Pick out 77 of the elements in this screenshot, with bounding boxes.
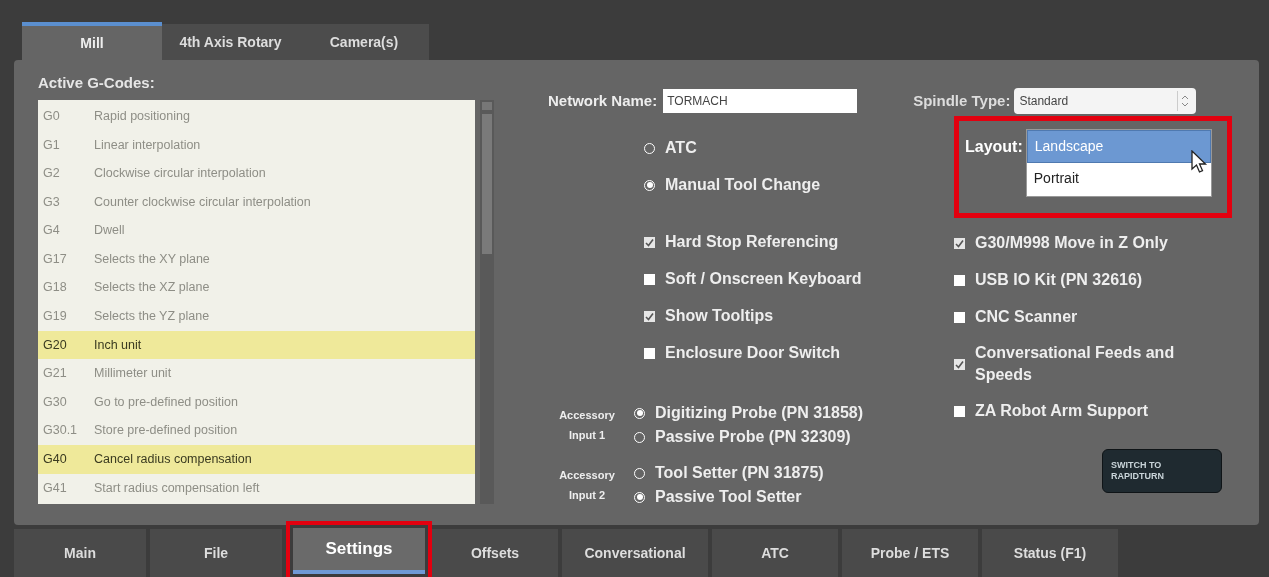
checkbox[interactable]	[954, 274, 965, 286]
field-label: Layout:	[965, 137, 1023, 157]
option-label: USB IO Kit (PN 32616)	[975, 270, 1144, 290]
option-label: Conversational Feeds and Speeds	[975, 343, 1176, 385]
scrollbar[interactable]	[480, 100, 494, 504]
tab[interactable]: 4th Axis Rotary	[162, 24, 299, 60]
checkbox[interactable]	[954, 405, 965, 417]
option-label: Enclosure Door Switch	[665, 343, 842, 363]
description-cell-text: Rapid positioning	[94, 107, 190, 125]
option-label: Tool Setter (PN 31875)	[655, 463, 824, 483]
checkbox-checked[interactable]	[954, 237, 965, 249]
gcode-cell-text: G19	[42, 308, 68, 326]
description-cell-text: Millimeter unit	[94, 365, 172, 383]
switch-button[interactable]: SWITCH TO RAPIDTURN	[1102, 449, 1222, 493]
description-cell-text: Counter clockwise circular interpolation	[94, 193, 311, 211]
gcode-cell-text: G2	[42, 165, 61, 183]
gcode-cell-text: G18	[42, 279, 68, 297]
description-cell-text: Start radius compensation left	[94, 479, 260, 497]
description-cell-text: Clockwise circular interpolation	[94, 165, 266, 183]
description-cell-text: Selects the XY plane	[94, 250, 210, 268]
tab[interactable]: Main	[14, 529, 146, 577]
option-label: ZA Robot Arm Support	[975, 401, 1149, 421]
cursor-icon	[1190, 150, 1209, 174]
description-cell-text: Selects the XZ plane	[94, 279, 210, 297]
gcode-cell-text: G30	[42, 393, 68, 411]
list-row[interactable]: G20 Inch unit	[38, 330, 475, 360]
spindle-type-select[interactable]: Standard	[1014, 88, 1197, 114]
gcode-cell-text: G20	[42, 336, 68, 354]
description-cell-text: Selects the YZ plane	[94, 308, 210, 326]
tab[interactable]: Status (F1)	[982, 529, 1118, 577]
gcode-cell-text: G41	[42, 479, 68, 497]
menu-item[interactable]: Portrait	[1026, 163, 1211, 196]
gcode-cell-text: G17	[42, 250, 68, 268]
option-label: Soft / Onscreen Keyboard	[665, 269, 863, 289]
gcode-cell-text: G21	[42, 365, 68, 383]
gcode-cell-text: G1	[42, 136, 61, 154]
description-cell-text: Cancel radius compensation	[94, 451, 252, 469]
checkbox[interactable]	[644, 273, 655, 285]
tab[interactable]: File	[150, 529, 282, 577]
checkbox-checked[interactable]	[954, 358, 965, 370]
checkbox[interactable]	[644, 347, 655, 359]
tab[interactable]: Camera(s)	[299, 24, 429, 60]
option-label: Hard Stop Referencing	[665, 232, 840, 252]
gcode-cell-text: G30.1	[42, 422, 79, 440]
section-title: Active G-Codes:	[38, 73, 156, 93]
group-label: Accessory Input 2	[558, 468, 616, 503]
checkbox-checked[interactable]	[644, 236, 655, 248]
option-label: G30/M998 Move in Z Only	[975, 233, 1169, 253]
tab[interactable]: Settings	[293, 528, 425, 574]
gcode-cell-text: G3	[42, 193, 61, 211]
field-label: Spindle Type:	[913, 90, 1011, 111]
list-row[interactable]: G40 Cancel radius compensation	[38, 445, 475, 474]
tab[interactable]: Probe / ETS	[842, 529, 978, 577]
tab[interactable]: Offsets	[432, 529, 558, 577]
description-cell-text: Store pre-defined position	[94, 422, 238, 440]
option-label: Passive Tool Setter	[655, 487, 802, 507]
group-label: Accessory Input 1	[558, 408, 616, 443]
gcode-cell-text: G0	[42, 107, 61, 125]
checkbox-checked[interactable]	[644, 310, 655, 322]
option-label: Show Tooltips	[665, 306, 775, 326]
option-label: ATC	[665, 138, 697, 158]
option-label: Digitizing Probe (PN 31858)	[655, 403, 864, 423]
tab[interactable]: Mill	[22, 22, 162, 60]
checkbox[interactable]	[954, 311, 965, 323]
gcode-cell-text: G40	[42, 451, 68, 469]
tab[interactable]: Conversational	[562, 529, 708, 577]
option-label: CNC Scanner	[975, 307, 1079, 327]
option-label: Manual Tool Change	[665, 175, 821, 195]
description-cell-text: Linear interpolation	[94, 136, 201, 154]
description-cell-text: Inch unit	[94, 336, 142, 354]
description-cell-text: Dwell	[94, 222, 125, 240]
description-cell-text: Go to pre-defined position	[94, 393, 238, 411]
tab[interactable]: ATC	[712, 529, 838, 577]
option-label: Passive Probe (PN 32309)	[655, 427, 851, 447]
gcode-cell-text: G4	[42, 222, 61, 240]
field-label: Network Name:	[548, 90, 658, 111]
network-name-field[interactable]: TORMACH	[663, 89, 858, 113]
